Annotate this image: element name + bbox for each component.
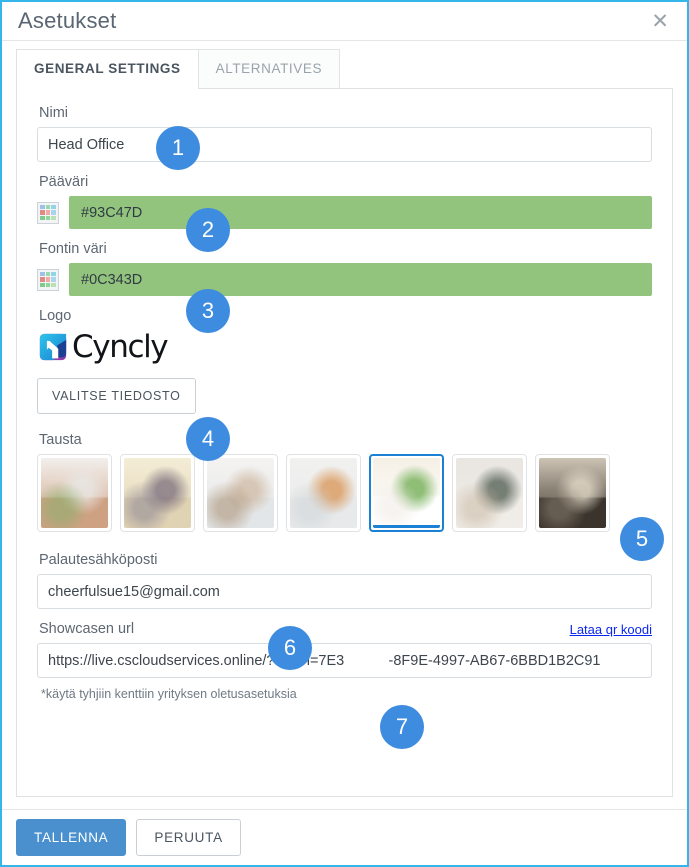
download-qr-code-link[interactable]: Lataa qr koodi	[570, 622, 652, 637]
tab-general-settings-label: GENERAL SETTINGS	[34, 61, 181, 76]
color-palette-icon[interactable]	[37, 201, 59, 224]
tab-general-settings[interactable]: GENERAL SETTINGS	[16, 49, 199, 89]
tab-alternatives-label: ALTERNATIVES	[215, 61, 323, 76]
background-label: Tausta	[39, 432, 82, 448]
name-label: Nimi	[39, 105, 68, 121]
field-group-background: Tausta	[37, 432, 652, 532]
background-thumbnail[interactable]	[369, 454, 444, 532]
field-group-showcase-url: Showcasen url Lataa qr koodi *käytä tyhj…	[37, 621, 652, 701]
feedback-email-input[interactable]	[37, 574, 652, 609]
background-thumbnail-list	[37, 454, 652, 532]
field-group-font-color: Fontin väri	[37, 241, 652, 296]
cyncly-logo-mark	[39, 333, 67, 361]
background-thumbnail[interactable]	[37, 454, 112, 532]
choose-file-button[interactable]: VALITSE TIEDOSTO	[37, 378, 196, 414]
general-settings-panel: Nimi Pääväri Fontin väri	[16, 88, 673, 797]
background-thumbnail[interactable]	[203, 454, 278, 532]
dialog-title: Asetukset	[18, 8, 117, 33]
settings-dialog: Asetukset ✕ GENERAL SETTINGS ALTERNATIVE…	[0, 0, 689, 867]
close-icon[interactable]: ✕	[647, 9, 673, 34]
dialog-footer: TALLENNA PERUUTA	[2, 809, 687, 865]
name-input[interactable]	[37, 127, 652, 162]
showcase-url-label: Showcasen url	[39, 621, 135, 637]
font-color-input[interactable]	[69, 263, 652, 296]
background-thumbnail[interactable]	[535, 454, 610, 532]
field-group-logo: Logo Cyncly VALITSE TIEDOSTO	[37, 308, 652, 414]
tab-bar: GENERAL SETTINGS ALTERNATIVES	[2, 41, 687, 89]
logo-brand-text: Cyncly	[72, 328, 169, 365]
background-thumbnail[interactable]	[286, 454, 361, 532]
background-thumbnail[interactable]	[120, 454, 195, 532]
logo-label: Logo	[39, 308, 72, 324]
beige-kitchen-purple-bowls-image	[124, 458, 191, 528]
dark-kitchen-shelving-image	[539, 458, 606, 528]
cancel-button[interactable]: PERUUTA	[136, 819, 241, 856]
white-kitchen-fruit-counter-image	[290, 458, 357, 528]
defaults-hint: *käytä tyhjiin kenttiin yrityksen oletus…	[41, 687, 297, 701]
color-palette-icon[interactable]	[37, 268, 59, 291]
primary-color-label: Pääväri	[39, 174, 89, 190]
cream-wall-potted-plants-image	[373, 458, 440, 528]
primary-color-input[interactable]	[69, 196, 652, 229]
showcase-url-input[interactable]	[37, 643, 652, 678]
field-group-primary-color: Pääväri	[37, 174, 652, 229]
tab-alternatives[interactable]: ALTERNATIVES	[197, 49, 341, 88]
background-thumbnail[interactable]	[452, 454, 527, 532]
logo-preview: Cyncly	[39, 330, 652, 364]
feedback-email-label: Palautesähköposti	[39, 552, 158, 568]
save-button[interactable]: TALLENNA	[16, 819, 127, 856]
field-group-name: Nimi	[37, 105, 652, 162]
kitchen-open-shelves-image	[456, 458, 523, 528]
font-color-label: Fontin väri	[39, 241, 107, 257]
wooden-board-white-wall-image	[41, 458, 108, 528]
dialog-titlebar: Asetukset ✕	[2, 2, 687, 40]
white-kitchen-wood-counter-image	[207, 458, 274, 528]
field-group-feedback-email: Palautesähköposti	[37, 552, 652, 609]
